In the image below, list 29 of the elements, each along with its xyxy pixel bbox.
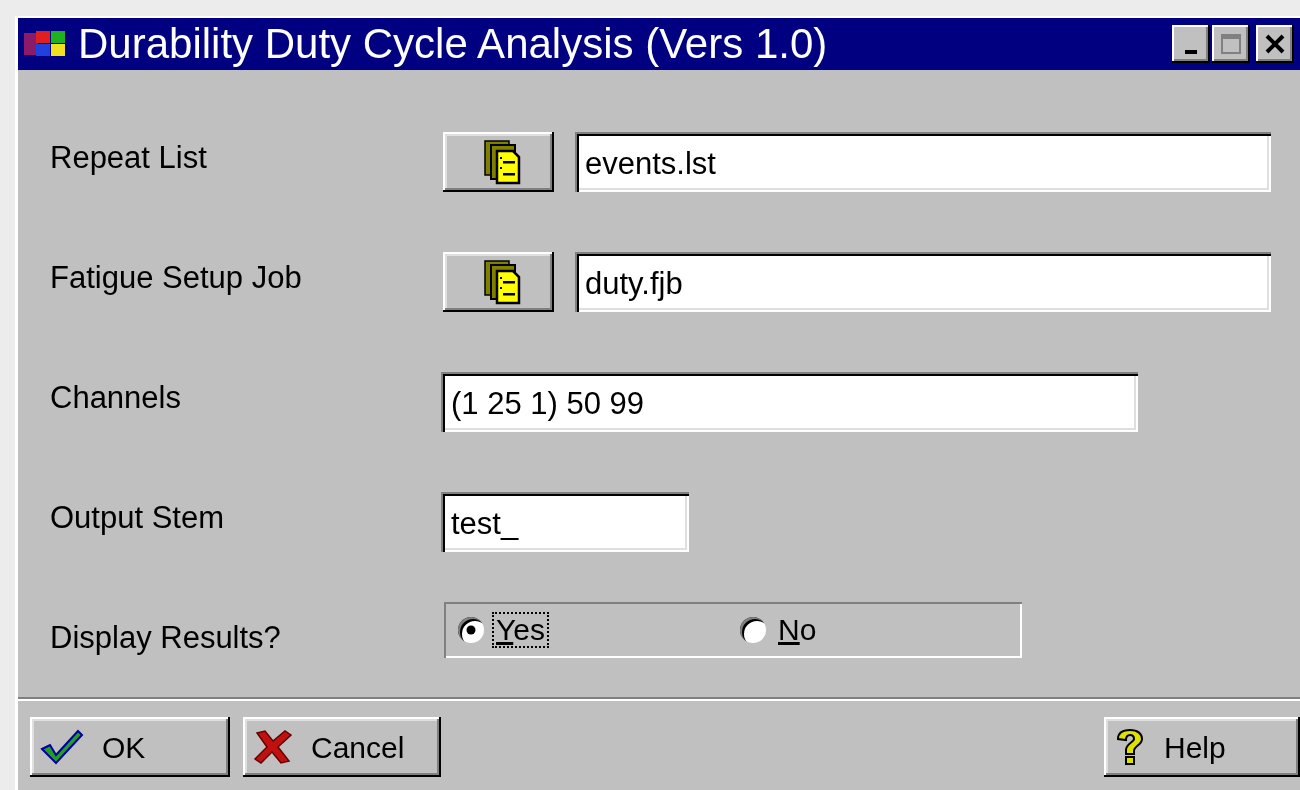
minimize-icon bbox=[1185, 50, 1197, 54]
minimize-button[interactable] bbox=[1172, 25, 1210, 63]
ok-button[interactable]: OK bbox=[30, 717, 230, 777]
cancel-button[interactable]: Cancel bbox=[243, 717, 441, 777]
close-icon bbox=[1264, 33, 1286, 55]
field-label: Fatigue Setup Job bbox=[50, 259, 303, 293]
field-label: Repeat List bbox=[50, 139, 208, 173]
input-field[interactable]: test_ bbox=[441, 492, 689, 552]
browse-button[interactable] bbox=[443, 132, 554, 192]
radio-dot-icon bbox=[466, 625, 476, 635]
window-title: Durability Duty Cycle Analysis (Vers 1.0) bbox=[78, 23, 828, 65]
input-field[interactable]: events.lst bbox=[575, 132, 1271, 192]
radio-option[interactable]: Yes bbox=[458, 612, 740, 648]
field-label: Display Results? bbox=[50, 619, 282, 653]
input-field[interactable]: duty.fjb bbox=[575, 252, 1271, 312]
field-label: Output Stem bbox=[50, 499, 226, 533]
help-button[interactable]: Help bbox=[1104, 717, 1300, 777]
check-icon bbox=[40, 729, 84, 765]
maximize-button[interactable] bbox=[1212, 25, 1250, 63]
question-mark-icon bbox=[1114, 729, 1146, 765]
radio-button[interactable] bbox=[740, 617, 766, 643]
close-button[interactable] bbox=[1256, 25, 1294, 63]
input-field[interactable]: (1 25 1) 50 99 bbox=[441, 372, 1138, 432]
browse-button[interactable] bbox=[443, 252, 554, 312]
field-label: Channels bbox=[50, 379, 182, 413]
maximize-icon bbox=[1219, 32, 1243, 56]
radio-option[interactable]: No bbox=[740, 612, 1022, 648]
cross-icon bbox=[253, 729, 293, 765]
radio-button[interactable] bbox=[458, 617, 484, 643]
